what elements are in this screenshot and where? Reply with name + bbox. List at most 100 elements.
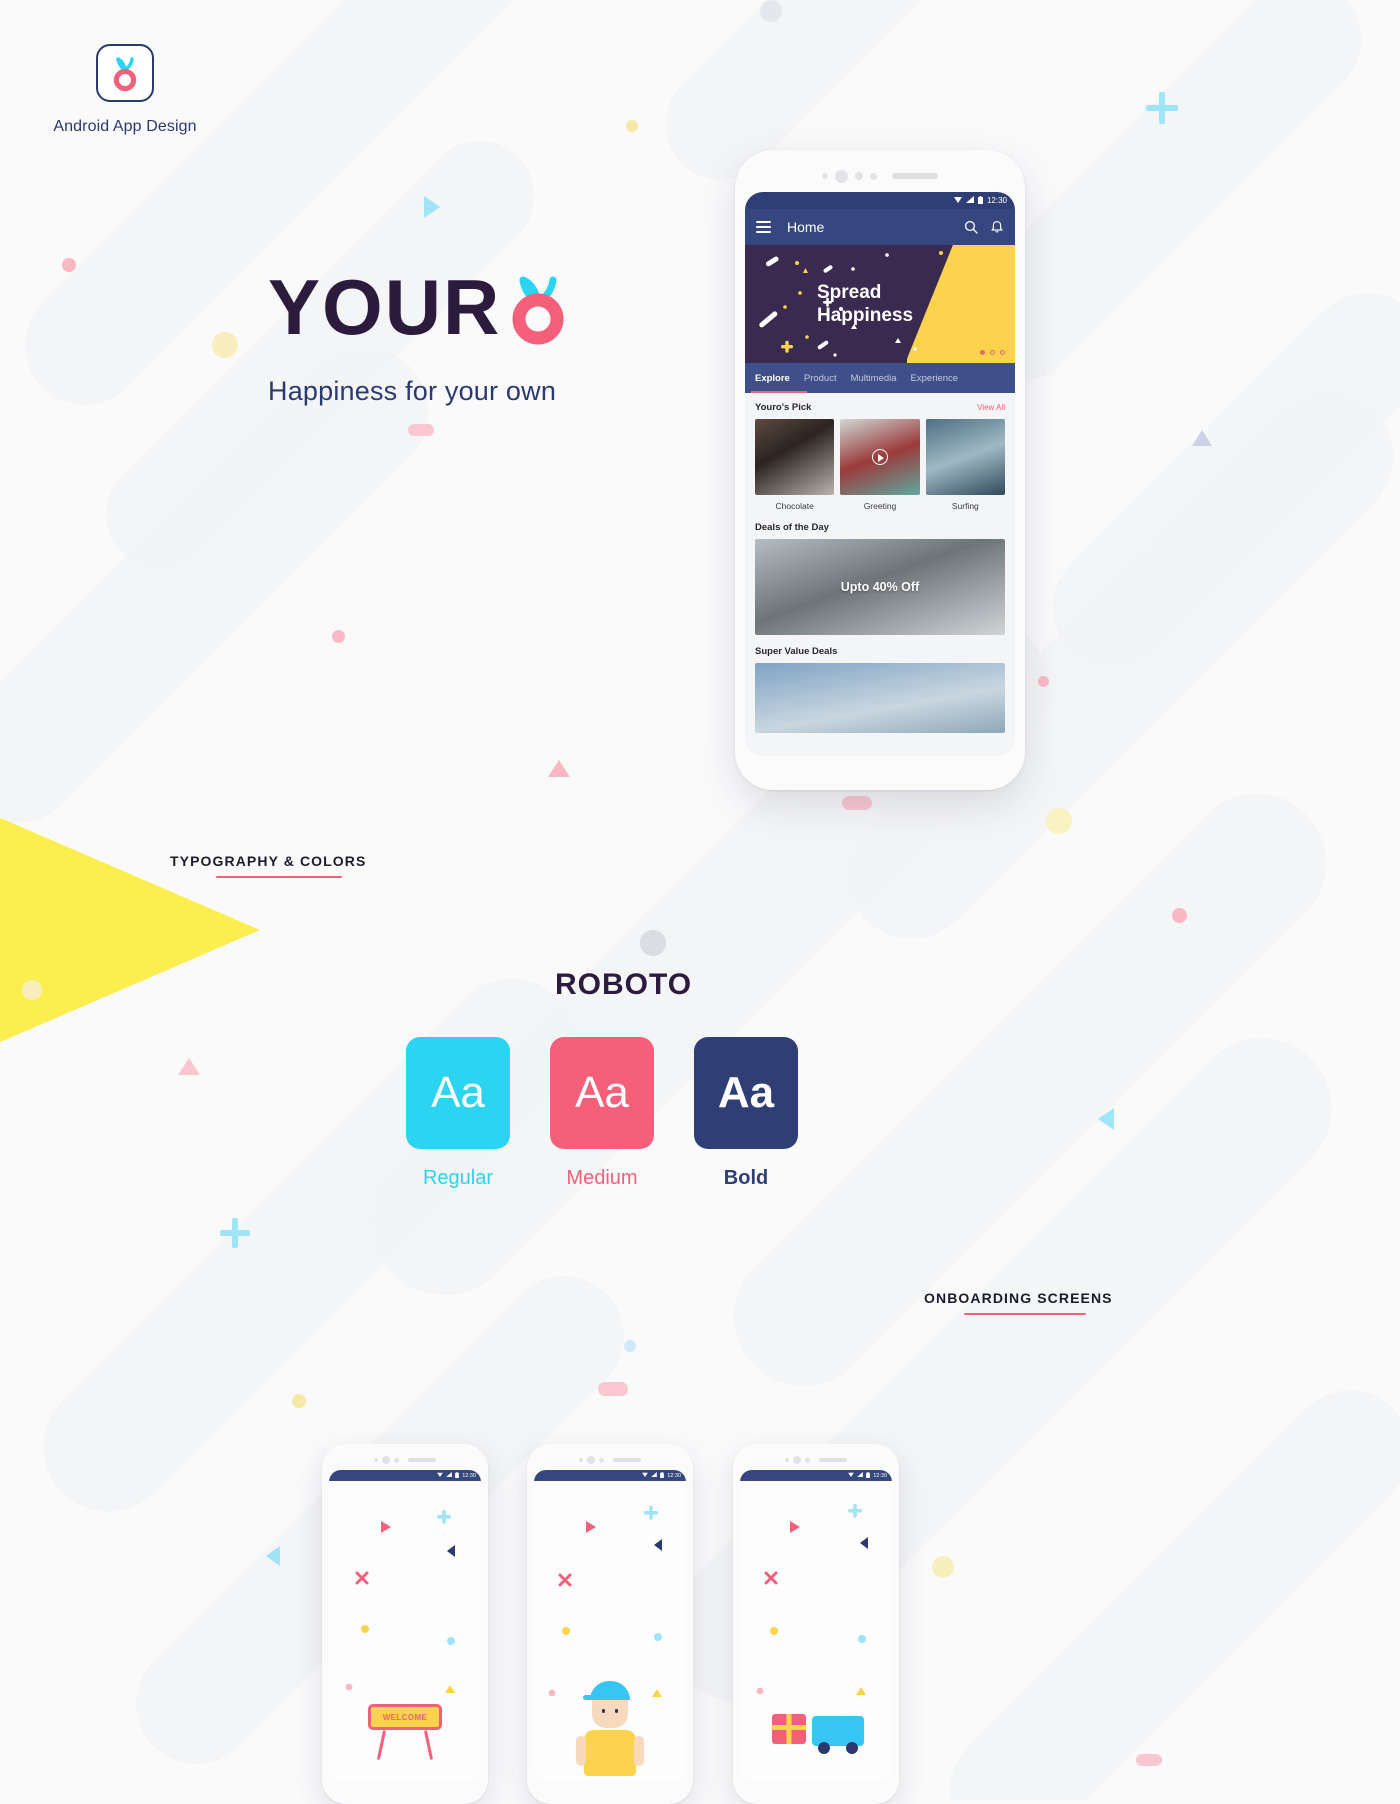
front-camera-icon	[382, 1456, 390, 1464]
status-bar-time: 12:30	[873, 1472, 887, 1479]
phone-top-sensors	[733, 1454, 899, 1466]
pick-card[interactable]: Surfing	[925, 419, 1005, 513]
carousel-dot[interactable]	[1000, 350, 1005, 355]
truck-wheel	[846, 1742, 858, 1754]
welcome-board-label: WELCOME	[368, 1704, 442, 1730]
sensor-dot-icon	[374, 1458, 378, 1462]
project-badge-label: Android App Design	[53, 118, 197, 135]
page-root: Android App Design YOUR Happiness for yo…	[0, 0, 1400, 1804]
section-deals-title: Deals of the Day	[755, 522, 829, 533]
tab-explore[interactable]: Explore	[755, 373, 790, 384]
battery-icon	[660, 1471, 665, 1480]
sensor-dot-icon	[822, 173, 828, 179]
type-swatch-bold: Aa Bold	[694, 1037, 798, 1190]
pick-card-list: Chocolate Greeting Surfing	[745, 419, 1015, 513]
super-value-banner[interactable]	[755, 663, 1005, 733]
banner-line-1: Spread	[817, 281, 882, 303]
view-all-link[interactable]: View All	[977, 403, 1005, 412]
app-bar: Home	[745, 209, 1015, 245]
onboarding-illustration-area: WELCOME	[329, 1481, 481, 1782]
onboarding-illustration-area	[534, 1481, 686, 1782]
earpiece-speaker	[892, 173, 938, 179]
tab-multimedia[interactable]: Multimedia	[851, 373, 897, 384]
pick-card-thumbnail	[925, 419, 1005, 495]
app-bar-title: Home	[787, 219, 825, 235]
notification-bell-icon[interactable]	[990, 220, 1004, 234]
hamburger-icon[interactable]	[756, 221, 771, 233]
signal-icon	[446, 1472, 453, 1479]
type-swatch-list: Aa Regular Aa Medium Aa Bold	[406, 1037, 798, 1190]
earpiece-speaker	[613, 1458, 641, 1462]
carousel-dot-active[interactable]	[980, 350, 985, 355]
phone-top-sensors	[527, 1454, 693, 1466]
pick-card-label: Greeting	[863, 501, 897, 511]
type-swatch-regular: Aa Regular	[406, 1037, 510, 1190]
sensor-dot-icon	[599, 1457, 604, 1463]
status-bar: 12:30	[740, 1470, 892, 1481]
phone-screen: 12:30	[740, 1470, 892, 1782]
battery-icon	[866, 1471, 871, 1480]
section-underline	[216, 876, 342, 878]
front-camera-icon	[835, 169, 848, 183]
tab-active-indicator	[751, 391, 807, 393]
status-bar: 12:30	[534, 1470, 686, 1481]
status-bar-time: 12:30	[986, 196, 1007, 205]
person-eye	[602, 1709, 605, 1713]
earpiece-speaker	[408, 1458, 436, 1462]
person-arm	[576, 1736, 586, 1766]
banner-line-2: Happiness	[817, 305, 914, 326]
banner-text: Spread Happiness	[817, 281, 913, 327]
brand-logo: YOUR Happiness for your own	[268, 268, 568, 407]
play-icon[interactable]	[871, 449, 888, 465]
type-swatch-sample: Aa	[406, 1037, 510, 1149]
type-swatch-medium: Aa Medium	[550, 1037, 654, 1190]
section-heading-onboarding: ONBOARDING SCREENS	[924, 1290, 1113, 1315]
pick-card[interactable]: Greeting	[840, 419, 920, 513]
battery-icon	[977, 195, 983, 206]
font-name-title: ROBOTO	[555, 968, 693, 1001]
front-camera-icon	[587, 1456, 595, 1464]
status-bar: 12:30	[329, 1470, 481, 1481]
gift-box	[772, 1714, 806, 1744]
signal-icon	[651, 1472, 658, 1479]
carousel-dots[interactable]	[980, 350, 1005, 355]
section-youros-pick-header: Youro's Pick View All	[745, 393, 1015, 419]
tab-product[interactable]: Product	[804, 373, 837, 384]
phone-top-sensors	[322, 1454, 488, 1466]
sensor-dot-icon	[855, 172, 863, 180]
pick-card-thumbnail	[840, 419, 920, 495]
tab-bar: Explore Product Multimedia Experience	[745, 363, 1015, 393]
status-bar-time: 12:30	[462, 1472, 476, 1479]
phone-top-sensors	[735, 166, 1025, 186]
deal-offer-text: Upto 40% Off	[840, 580, 920, 594]
front-camera-icon	[793, 1456, 801, 1464]
deal-banner[interactable]: Upto 40% Off	[755, 539, 1005, 635]
type-swatch-label: Medium	[566, 1167, 638, 1189]
wifi-icon	[642, 1472, 649, 1479]
section-youros-pick-title: Youro's Pick	[755, 402, 812, 413]
sensor-dot-icon	[785, 1458, 789, 1462]
onboarding-phone-1: 12:30 WELCOME	[322, 1444, 488, 1804]
search-icon[interactable]	[964, 220, 978, 234]
type-swatch-sample: Aa	[550, 1037, 654, 1149]
sensor-dot-icon	[805, 1457, 810, 1463]
section-deals-header: Deals of the Day	[745, 513, 1015, 539]
phone-mockup-home: 12:30 Home Spread Happiness Explore Prod…	[735, 150, 1025, 790]
logo-wordmark: YOUR	[268, 263, 502, 351]
onboarding-phone-3: 12:30	[733, 1444, 899, 1804]
person-face	[592, 1700, 628, 1728]
section-heading-typography-label: TYPOGRAPHY & COLORS	[170, 853, 367, 869]
onboarding-phone-2: 12:30	[527, 1444, 693, 1804]
pick-card-label: Chocolate	[775, 501, 814, 511]
wifi-icon	[437, 1472, 444, 1479]
truck-wheel	[818, 1742, 830, 1754]
tab-experience[interactable]: Experience	[911, 373, 959, 384]
carousel-dot[interactable]	[990, 350, 995, 355]
pick-card-label: Surfing	[951, 501, 979, 511]
hero-banner[interactable]: Spread Happiness	[745, 245, 1015, 363]
person-body	[576, 1730, 644, 1776]
section-heading-onboarding-label: ONBOARDING SCREENS	[924, 1290, 1113, 1306]
pick-card-thumbnail	[755, 419, 835, 495]
pick-card[interactable]: Chocolate	[755, 419, 835, 513]
section-super-value-header: Super Value Deals	[745, 635, 1015, 663]
